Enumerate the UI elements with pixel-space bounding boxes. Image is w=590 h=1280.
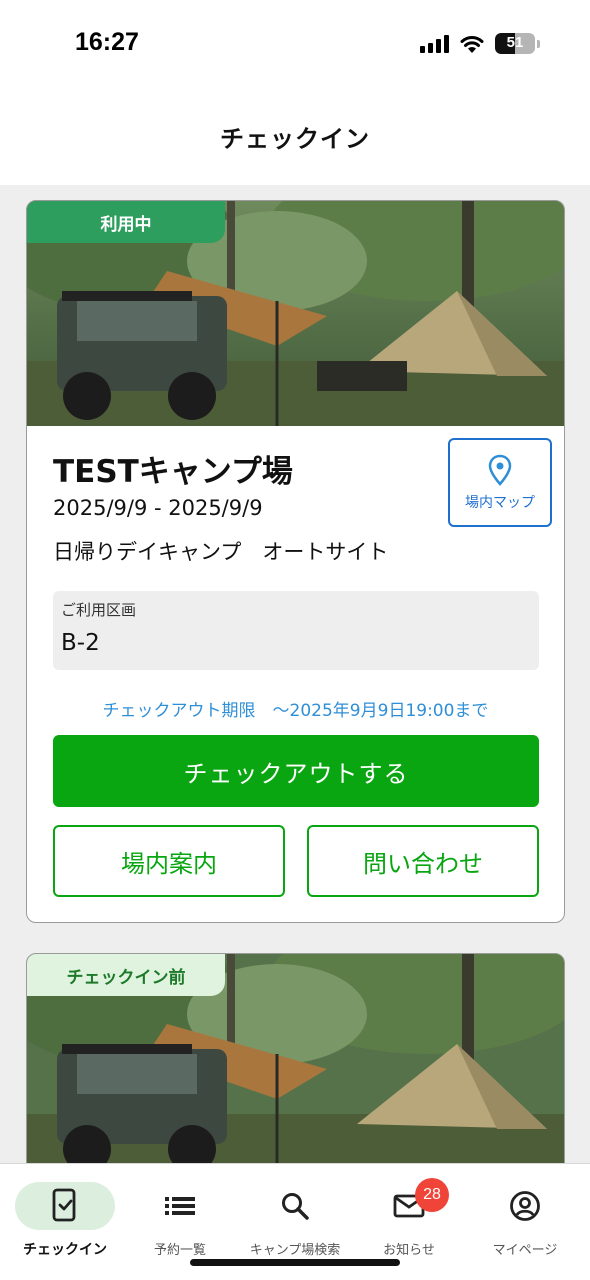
campsite-photo: 利用中: [27, 201, 564, 426]
status-bar: 16:27 51: [0, 0, 590, 88]
site-guide-button[interactable]: 場内案内: [53, 825, 285, 897]
tab-campsite-search[interactable]: キャンプ場検索: [236, 1164, 354, 1264]
nav-header: チェックイン: [0, 88, 590, 185]
status-icons: 51: [420, 33, 540, 54]
reservation-dates: 2025/9/9 - 2025/9/9: [53, 496, 263, 520]
location-pin-icon: [488, 454, 512, 486]
wifi-icon: [460, 35, 484, 53]
checkout-button[interactable]: チェックアウトする: [53, 735, 539, 807]
tab-notifications[interactable]: 28 お知らせ: [350, 1164, 468, 1264]
page-title: チェックイン: [220, 125, 370, 153]
status-time: 16:27: [75, 28, 139, 56]
status-badge: 利用中: [27, 201, 225, 243]
tab-reservations[interactable]: 予約一覧: [121, 1164, 239, 1264]
tab-label: 予約一覧: [153, 1243, 206, 1258]
notification-count-badge: 28: [415, 1178, 449, 1212]
search-icon: [282, 1193, 309, 1220]
tab-mypage[interactable]: マイページ: [466, 1164, 584, 1264]
checkout-deadline: チェックアウト期限 〜2025年9月9日19:00まで: [102, 701, 489, 721]
tab-label: お知らせ: [383, 1243, 435, 1258]
tab-label: マイページ: [492, 1243, 558, 1258]
campsite-photo: チェックイン前: [27, 954, 564, 1163]
site-map-button[interactable]: 場内マップ: [448, 438, 552, 527]
battery-level: 51: [506, 34, 524, 51]
home-indicator: [190, 1259, 400, 1266]
user-circle-icon: [510, 1191, 540, 1221]
reservation-card: 利用中 TESTキャンプ場 2025/9/9 - 2025/9/9 日帰りデイキ…: [26, 200, 565, 923]
reservation-list[interactable]: 利用中 TESTキャンプ場 2025/9/9 - 2025/9/9 日帰りデイキ…: [0, 185, 590, 1163]
section-label: ご利用区画: [61, 601, 137, 619]
tab-label: チェックイン: [23, 1242, 107, 1258]
phone-check-icon: [52, 1188, 76, 1222]
cellular-signal-icon: [420, 34, 449, 53]
site-map-label: 場内マップ: [465, 494, 535, 511]
campsite-name: TESTキャンプ場: [53, 454, 293, 490]
status-badge: チェックイン前: [27, 954, 225, 996]
section-value: B-2: [61, 630, 100, 656]
reservation-card[interactable]: チェックイン前: [26, 953, 565, 1163]
reservation-plan: 日帰りデイキャンプ オートサイト: [53, 540, 389, 564]
battery-icon: 51: [495, 33, 535, 54]
contact-button[interactable]: 問い合わせ: [307, 825, 539, 897]
assigned-section: ご利用区画 B-2: [53, 591, 539, 670]
tab-label: キャンプ場検索: [249, 1243, 341, 1258]
tab-checkin[interactable]: チェックイン: [6, 1164, 124, 1264]
list-icon: [165, 1197, 195, 1215]
